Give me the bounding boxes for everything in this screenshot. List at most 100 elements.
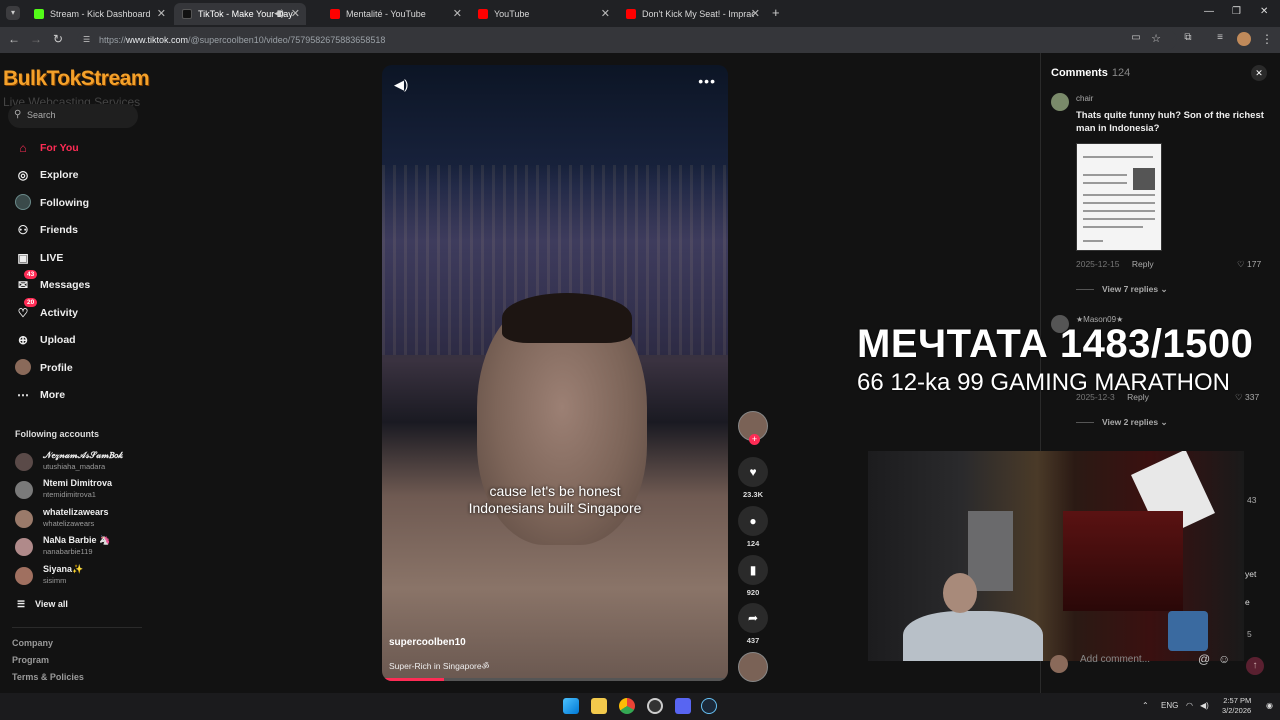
- send-comment-button[interactable]: ↑: [1246, 657, 1264, 675]
- close-tab-icon[interactable]: ✕: [453, 7, 462, 20]
- tray-overflow-icon[interactable]: ⌃: [1142, 701, 1149, 710]
- browser-menu-icon[interactable]: ⋮: [1259, 32, 1275, 46]
- system-clock[interactable]: 2:57 PM 3/2/2026: [1222, 696, 1251, 716]
- mention-icon[interactable]: @: [1198, 652, 1210, 666]
- webcam-door: [968, 511, 1013, 591]
- tab-label: Mentalité - YouTube: [346, 9, 426, 19]
- video-author[interactable]: supercoolben10: [389, 637, 466, 648]
- tab-youtube[interactable]: YouTube ✕: [470, 3, 616, 25]
- video-player[interactable]: ◀) ••• cause let's be honest Indonesians…: [382, 65, 728, 681]
- speaker-icon[interactable]: ◀): [274, 8, 284, 19]
- close-tab-icon[interactable]: ✕: [751, 7, 760, 20]
- tab-kick-dashboard[interactable]: Stream - Kick Dashboard ✕: [26, 3, 172, 25]
- close-tab-icon[interactable]: ✕: [601, 7, 610, 20]
- image-text-line: [1083, 182, 1127, 184]
- nav-live[interactable]: ▣ LIVE: [14, 248, 63, 268]
- comment-like-button[interactable]: ♡ 337: [1235, 392, 1259, 403]
- bookmark-star-icon[interactable]: ☆: [1148, 32, 1164, 45]
- comment-username[interactable]: chair: [1076, 94, 1093, 103]
- comment-like-count-partial: 43: [1247, 495, 1257, 505]
- account-name: Siyana✨: [43, 564, 84, 574]
- comments-header: Comments 124: [1051, 67, 1130, 79]
- profile-avatar[interactable]: [1237, 32, 1251, 46]
- tab-menu-button[interactable]: ▾: [6, 6, 20, 20]
- account-username: sisimm: [43, 576, 67, 585]
- nav-label: Upload: [40, 334, 76, 346]
- comment-button[interactable]: ● 124: [738, 506, 768, 548]
- close-tab-icon[interactable]: ✕: [291, 7, 300, 20]
- nav-profile[interactable]: Profile: [14, 358, 73, 378]
- notification-icon[interactable]: ◉: [1266, 701, 1273, 710]
- close-window-button[interactable]: ✕: [1260, 6, 1268, 17]
- discord-icon[interactable]: [675, 698, 691, 714]
- view-all-link[interactable]: ☰ View all: [15, 594, 68, 614]
- emoji-icon[interactable]: ☺: [1218, 652, 1230, 666]
- comment-like-count: 177: [1246, 259, 1262, 269]
- network-icon[interactable]: ◠: [1186, 701, 1193, 710]
- nav-for-you[interactable]: ⌂ For You: [14, 138, 78, 158]
- music-disc-avatar[interactable]: [738, 652, 768, 682]
- reload-icon[interactable]: ↻: [50, 32, 66, 46]
- follow-plus-icon[interactable]: +: [749, 434, 760, 445]
- tab-youtube-mentalite[interactable]: Mentalité - YouTube ✕: [322, 3, 468, 25]
- comment-like-button[interactable]: ♡ 177: [1237, 259, 1261, 270]
- share-count: 437: [746, 636, 760, 645]
- save-button[interactable]: ▮ 920: [738, 555, 768, 597]
- footer-program[interactable]: Program: [12, 655, 49, 665]
- back-icon[interactable]: ←: [6, 32, 22, 46]
- tab-tiktok[interactable]: TikTok - Make Your Day ◀) ✕: [174, 3, 306, 25]
- logo[interactable]: BulkTokStream: [3, 67, 150, 91]
- nav-upload[interactable]: ⊕ Upload: [14, 330, 76, 350]
- avatar[interactable]: [1051, 93, 1069, 111]
- following-accounts-title: Following accounts: [15, 429, 100, 439]
- avatar: [15, 538, 33, 556]
- nav-messages[interactable]: ✉ 43 Messages: [14, 270, 90, 295]
- file-explorer-icon[interactable]: [591, 698, 607, 714]
- comment-image[interactable]: [1076, 143, 1162, 251]
- volume-tray-icon[interactable]: ◀): [1200, 701, 1209, 710]
- chrome-icon[interactable]: [619, 698, 635, 714]
- nav-label: Activity: [40, 307, 78, 319]
- maximize-button[interactable]: ❐: [1232, 6, 1241, 17]
- search-input[interactable]: ⚲ Search: [8, 104, 138, 128]
- nav-explore[interactable]: ◎ Explore: [14, 165, 79, 185]
- nav-following[interactable]: Following: [14, 193, 89, 213]
- share-button[interactable]: ➦ 437: [738, 603, 768, 645]
- footer-terms[interactable]: Terms & Policies: [12, 672, 84, 682]
- tab-impractical[interactable]: Don't Kick My Seat! - Impractic ✕: [618, 3, 766, 25]
- steam-icon[interactable]: [701, 698, 717, 714]
- close-tab-icon[interactable]: ✕: [157, 7, 166, 20]
- new-tab-button[interactable]: +: [772, 5, 780, 20]
- save-count: 920: [746, 588, 760, 597]
- compass-icon: ◎: [17, 168, 29, 182]
- extensions-icon[interactable]: ⧉: [1180, 32, 1196, 43]
- like-button[interactable]: ♥ 23.3K: [738, 457, 768, 499]
- reply-button[interactable]: Reply: [1132, 259, 1154, 269]
- add-comment-input[interactable]: Add comment...: [1080, 654, 1150, 665]
- nav-more[interactable]: ⋯ More: [14, 385, 65, 405]
- windows-start-icon[interactable]: [563, 698, 579, 714]
- url-field[interactable]: ☰ https://www.tiktok.com/@supercoolben10…: [77, 30, 1177, 50]
- nav-friends[interactable]: ⚇ Friends: [14, 220, 78, 240]
- image-text-line: [1083, 174, 1127, 176]
- search-placeholder: Search: [27, 110, 56, 120]
- media-control-icon[interactable]: ≡: [1212, 32, 1228, 43]
- forward-icon[interactable]: →: [28, 32, 44, 46]
- obs-icon[interactable]: [647, 698, 663, 714]
- close-comments-icon[interactable]: ✕: [1251, 65, 1267, 81]
- more-options-icon[interactable]: •••: [698, 73, 716, 89]
- video-progress-bar[interactable]: [382, 678, 728, 681]
- site-info-icon[interactable]: ☰: [83, 35, 90, 44]
- account-name: NaNa Barbie 🦄: [43, 535, 111, 545]
- footer-company[interactable]: Company: [12, 638, 53, 648]
- video-caption: cause let's be honest Indonesians built …: [382, 483, 728, 517]
- avatar: [15, 453, 33, 471]
- view-replies-button[interactable]: View 2 replies ⌄: [1076, 417, 1168, 428]
- nav-activity[interactable]: ♡ 20 Activity: [14, 298, 78, 323]
- view-replies-button[interactable]: View 7 replies ⌄: [1076, 284, 1168, 295]
- volume-icon[interactable]: ◀): [394, 77, 408, 93]
- language-indicator[interactable]: ENG: [1161, 701, 1178, 710]
- minimize-button[interactable]: —: [1204, 6, 1214, 17]
- cast-icon[interactable]: ▭: [1128, 32, 1144, 43]
- live-icon: ▣: [17, 251, 29, 265]
